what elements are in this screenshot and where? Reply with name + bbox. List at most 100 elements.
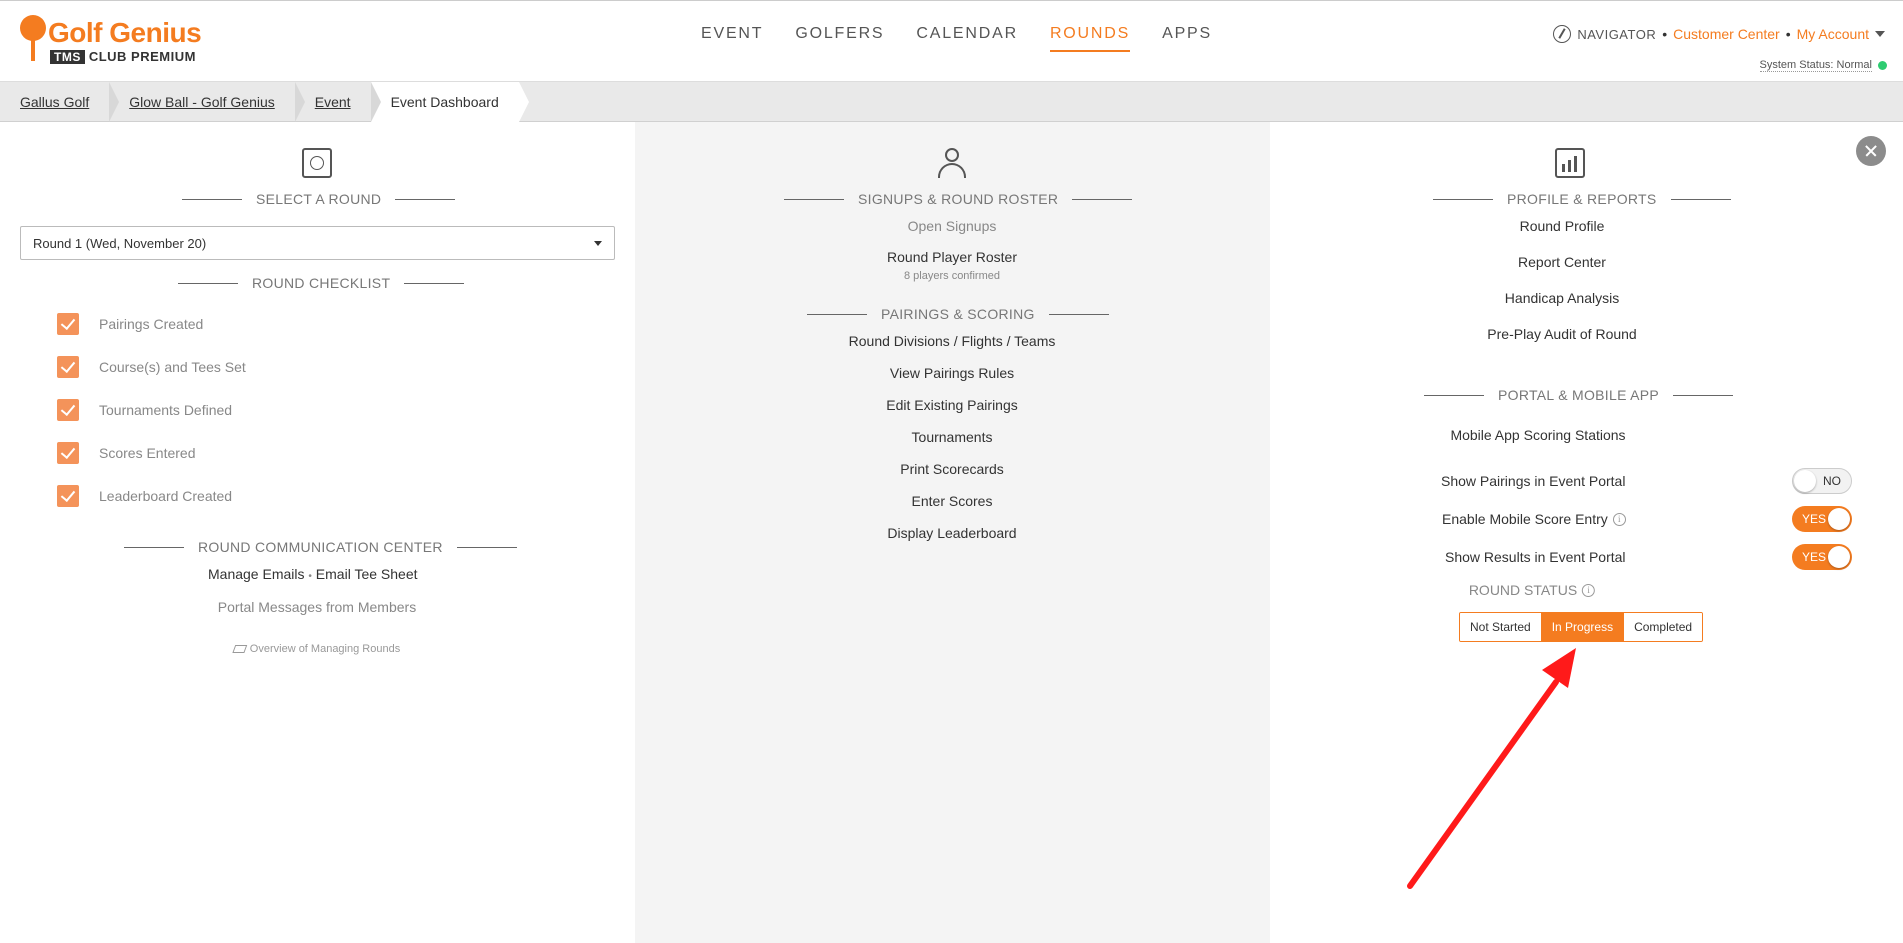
checklist-item[interactable]: Scores Entered [57, 442, 196, 464]
separator-dot: • [308, 571, 312, 582]
checkbox-checked-icon[interactable] [57, 399, 79, 421]
open-signups-link[interactable]: Open Signups [908, 218, 997, 234]
account-area: NAVIGATOR • Customer Center • My Account [1553, 25, 1885, 43]
show-results-toggle[interactable]: YES [1792, 544, 1852, 570]
pairings-scoring-title: PAIRINGS & SCORING [807, 306, 1109, 322]
status-not-started-button[interactable]: Not Started [1460, 613, 1542, 641]
logo-club-premium: CLUB PREMIUM [88, 49, 196, 64]
portal-mobile-title: PORTAL & MOBILE APP [1424, 387, 1733, 403]
reports-chart-icon [1555, 148, 1585, 178]
overview-managing-rounds-link[interactable]: Overview of Managing Rounds [232, 643, 401, 655]
checkbox-checked-icon[interactable] [57, 313, 79, 335]
left-column: SELECT A ROUND Round 1 (Wed, November 20… [0, 122, 635, 943]
system-status[interactable]: System Status: Normal [1759, 59, 1887, 72]
navigator-link[interactable]: NAVIGATOR [1577, 27, 1656, 42]
signups-roster-title: SIGNUPS & ROUND ROSTER [784, 191, 1132, 207]
golf-genius-logo[interactable]: Golf Genius TMS CLUB PREMIUM [18, 15, 218, 67]
logo-tms-badge: TMS [50, 50, 85, 64]
status-in-progress-button[interactable]: In Progress [1541, 613, 1625, 641]
checkbox-checked-icon[interactable] [57, 442, 79, 464]
middle-column: SIGNUPS & ROUND ROSTER Open Signups Roun… [635, 122, 1270, 943]
customer-center-link[interactable]: Customer Center [1673, 26, 1780, 42]
toggle-label: Enable Mobile Score Entry i [1442, 511, 1626, 527]
breadcrumb: Gallus Golf Glow Ball - Golf Genius Even… [0, 82, 1903, 122]
logo-name: Golf Genius [48, 17, 202, 48]
manage-emails-link[interactable]: Manage Emails [208, 566, 305, 582]
checklist-item[interactable]: Leaderboard Created [57, 485, 232, 507]
checklist-item[interactable]: Course(s) and Tees Set [57, 356, 246, 378]
show-pairings-toggle[interactable]: NO [1792, 468, 1852, 494]
round-status-selector: Not Started In Progress Completed [1459, 612, 1704, 642]
round-checklist-title: ROUND CHECKLIST [178, 275, 464, 291]
show-results-row: Show Results in Event Portal YES [1442, 544, 1852, 570]
checklist-label: Pairings Created [99, 316, 204, 332]
tournaments-link[interactable]: Tournaments [912, 429, 993, 445]
close-icon[interactable] [1856, 136, 1886, 166]
chevron-down-icon [594, 240, 602, 246]
round-status-label: ROUND STATUS [1468, 582, 1578, 598]
profile-reports-title: PROFILE & REPORTS [1433, 191, 1731, 207]
nav-event[interactable]: EVENT [701, 25, 763, 52]
select-round-title: SELECT A ROUND [182, 191, 455, 207]
nav-rounds[interactable]: ROUNDS [1049, 25, 1131, 52]
toggle-label: Show Results in Event Portal [1445, 549, 1626, 565]
nav-apps[interactable]: APPS [1162, 25, 1212, 52]
checkbox-checked-icon[interactable] [57, 485, 79, 507]
round-status-title: ROUND STATUS i [1468, 582, 1596, 598]
compass-icon [1553, 25, 1572, 43]
email-tee-sheet-link[interactable]: Email Tee Sheet [316, 566, 418, 582]
checkbox-checked-icon[interactable] [57, 356, 79, 378]
round-player-roster-link[interactable]: Round Player Roster [887, 249, 1017, 265]
breadcrumb-event-dashboard: Event Dashboard [370, 82, 529, 122]
separator-dot: • [1785, 26, 1791, 42]
breadcrumb-gallus-golf[interactable]: Gallus Golf [0, 82, 120, 122]
toggle-state: YES [1802, 512, 1827, 526]
checklist-label: Leaderboard Created [99, 488, 233, 504]
status-indicator-icon [1878, 61, 1887, 70]
toggle-knob [1794, 470, 1816, 492]
toggle-label-text: Show Results in Event Portal [1445, 549, 1626, 565]
my-account-link[interactable]: My Account [1797, 26, 1869, 42]
view-pairings-rules-link[interactable]: View Pairings Rules [890, 365, 1014, 381]
checklist-label: Tournaments Defined [99, 402, 233, 418]
portal-messages-link[interactable]: Portal Messages from Members [218, 599, 416, 615]
round-profile-link[interactable]: Round Profile [1520, 218, 1605, 234]
pre-play-audit-link[interactable]: Pre-Play Audit of Round [1487, 326, 1636, 342]
select-round-icon [302, 148, 332, 178]
round-divisions-link[interactable]: Round Divisions / Flights / Teams [849, 333, 1056, 349]
graduation-cap-icon [232, 645, 248, 653]
info-icon[interactable]: i [1582, 583, 1596, 597]
display-leaderboard-link[interactable]: Display Leaderboard [887, 525, 1016, 541]
toggle-state: NO [1823, 474, 1841, 488]
round-select-dropdown[interactable]: Round 1 (Wed, November 20) [20, 226, 615, 260]
edit-pairings-link[interactable]: Edit Existing Pairings [886, 397, 1018, 413]
breadcrumb-glow-ball[interactable]: Glow Ball - Golf Genius [109, 82, 305, 122]
nav-golfers[interactable]: GOLFERS [795, 25, 884, 52]
nav-calendar[interactable]: CALENDAR [916, 25, 1018, 52]
right-column: PROFILE & REPORTS Round Profile Report C… [1270, 122, 1903, 943]
players-confirmed-count: 8 players confirmed [904, 270, 1000, 282]
enable-mobile-score-toggle[interactable]: YES [1792, 506, 1852, 532]
report-center-link[interactable]: Report Center [1518, 254, 1606, 270]
overview-label: Overview of Managing Rounds [249, 643, 401, 655]
checklist-item[interactable]: Tournaments Defined [57, 399, 232, 421]
show-pairings-row: Show Pairings in Event Portal NO [1441, 468, 1852, 494]
checklist-label: Scores Entered [99, 445, 196, 461]
breadcrumb-event[interactable]: Event [295, 82, 381, 122]
print-scorecards-link[interactable]: Print Scorecards [900, 461, 1003, 477]
system-status-text: System Status: Normal [1759, 59, 1872, 72]
toggle-state: YES [1802, 550, 1827, 564]
status-completed-button[interactable]: Completed [1624, 613, 1703, 641]
toggle-knob [1828, 546, 1850, 568]
manage-emails-row: Manage Emails • Email Tee Sheet [208, 566, 418, 582]
handicap-analysis-link[interactable]: Handicap Analysis [1505, 290, 1619, 306]
toggle-label-text: Enable Mobile Score Entry [1442, 511, 1608, 527]
chevron-down-icon[interactable] [1875, 31, 1885, 37]
toggle-knob [1828, 508, 1850, 530]
top-header: Golf Genius TMS CLUB PREMIUM EVENT GOLFER… [0, 0, 1903, 82]
mobile-scoring-stations-link[interactable]: Mobile App Scoring Stations [1450, 427, 1625, 443]
checklist-item[interactable]: Pairings Created [57, 313, 203, 335]
separator-dot: • [1662, 26, 1668, 42]
enter-scores-link[interactable]: Enter Scores [912, 493, 993, 509]
info-icon[interactable]: i [1612, 512, 1626, 526]
